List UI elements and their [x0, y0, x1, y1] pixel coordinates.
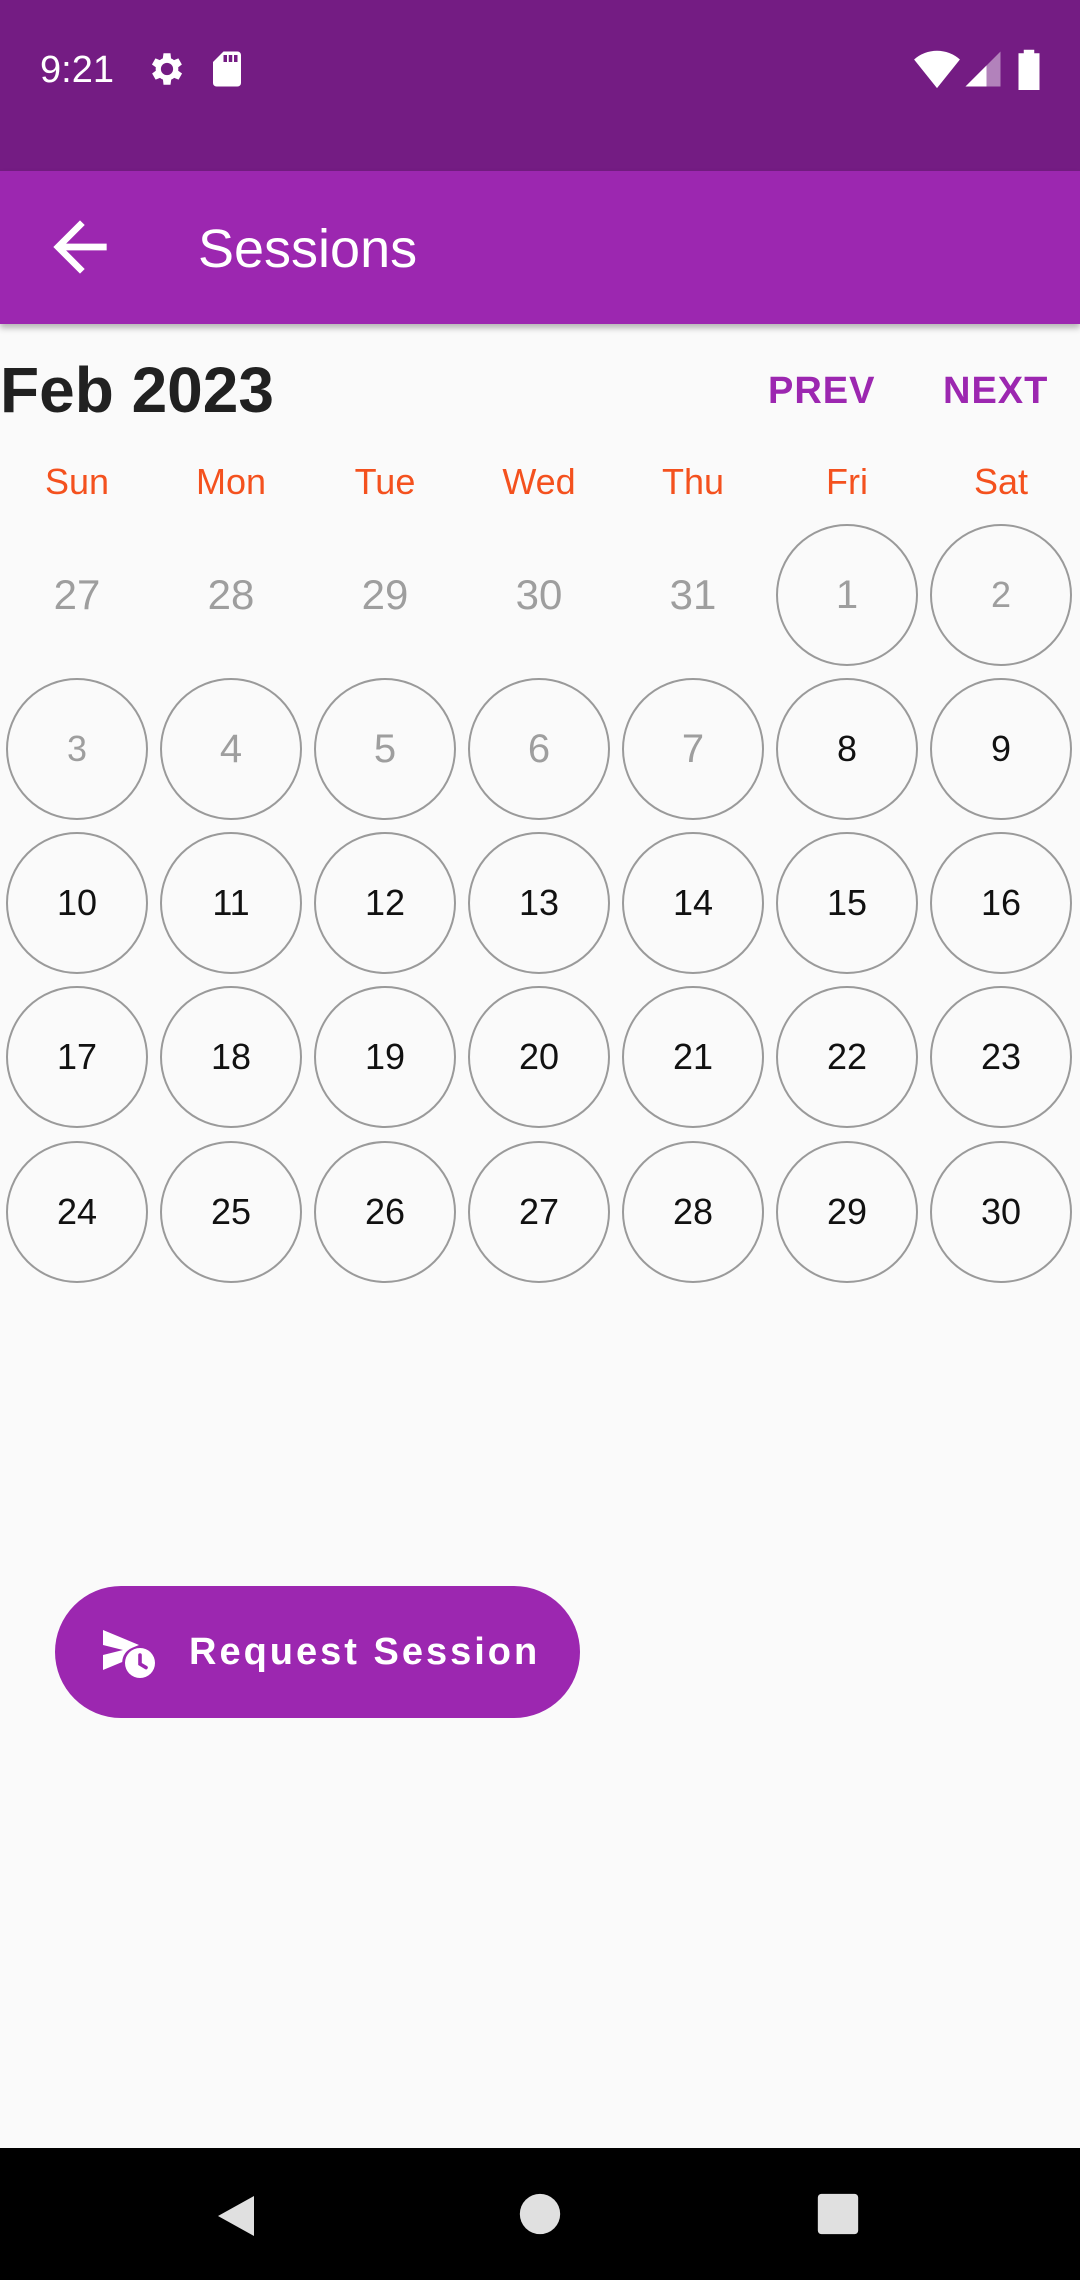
calendar-day[interactable]: 5	[314, 678, 456, 820]
calendar-day[interactable]: 3	[6, 678, 148, 820]
status-bar: 9:21	[0, 0, 1080, 171]
calendar-day[interactable]: 25	[160, 1141, 302, 1283]
calendar-day[interactable]: 27	[468, 1141, 610, 1283]
calendar-day[interactable]: 30	[930, 1141, 1072, 1283]
calendar-day: 27	[53, 571, 101, 618]
weekday-fri: Fri	[826, 461, 868, 502]
calendar-day[interactable]: 26	[314, 1141, 456, 1283]
calendar-day[interactable]: 20	[468, 986, 610, 1128]
calendar-day[interactable]: 4	[160, 678, 302, 820]
month-title: Feb 2023	[0, 354, 274, 426]
calendar-day: 28	[207, 571, 255, 618]
calendar-day: 30	[515, 571, 563, 618]
calendar-day[interactable]: 10	[6, 832, 148, 974]
next-month-button[interactable]: NEXT	[943, 366, 1048, 416]
page-title: Sessions	[198, 219, 418, 279]
weekday-sun: Sun	[44, 461, 110, 502]
weekday-sat: Sat	[973, 461, 1029, 502]
calendar-day[interactable]: 29	[776, 1141, 918, 1283]
calendar-day[interactable]: 17	[6, 986, 148, 1128]
arrow-back-icon	[53, 220, 107, 274]
weekday-tue: Tue	[354, 461, 416, 502]
weekday-thu: Thu	[661, 461, 725, 502]
calendar-day[interactable]: 14	[622, 832, 764, 974]
calendar-day[interactable]: 24	[6, 1141, 148, 1283]
calendar-day[interactable]: 28	[622, 1141, 764, 1283]
request-session-button[interactable]: Request Session	[55, 1586, 580, 1718]
system-navigation-bar	[0, 2148, 1080, 2280]
weekday-wed: Wed	[502, 461, 576, 502]
schedule-send-icon	[101, 1628, 157, 1680]
calendar-day: 31	[669, 571, 717, 618]
back-triangle-icon[interactable]	[214, 2192, 262, 2245]
calendar-day[interactable]: 6	[468, 678, 610, 820]
settings-icon	[146, 48, 188, 90]
wifi-icon	[914, 48, 960, 90]
app-bar: Sessions	[0, 171, 1080, 324]
calendar-day[interactable]: 15	[776, 832, 918, 974]
calendar-day[interactable]: 1	[776, 524, 918, 666]
calendar-day: 29	[361, 571, 409, 618]
calendar-day[interactable]: 19	[314, 986, 456, 1128]
request-session-label: Request Session	[189, 1631, 541, 1673]
calendar-day[interactable]: 2	[930, 524, 1072, 666]
home-circle-icon[interactable]	[518, 2192, 562, 2241]
recents-square-icon[interactable]	[816, 2192, 860, 2241]
calendar-day[interactable]: 18	[160, 986, 302, 1128]
calendar-day[interactable]: 23	[930, 986, 1072, 1128]
calendar-day[interactable]: 16	[930, 832, 1072, 974]
signal-icon	[962, 48, 1004, 90]
calendar-day[interactable]: 8	[776, 678, 918, 820]
calendar-day[interactable]: 22	[776, 986, 918, 1128]
weekday-mon: Mon	[195, 461, 267, 502]
calendar-day[interactable]: 9	[930, 678, 1072, 820]
calendar-day[interactable]: 11	[160, 832, 302, 974]
calendar-day[interactable]: 12	[314, 832, 456, 974]
back-button[interactable]	[40, 207, 120, 287]
prev-month-button[interactable]: PREV	[768, 366, 875, 416]
status-time: 9:21	[40, 49, 114, 91]
battery-icon	[1016, 48, 1042, 90]
calendar-day[interactable]: 13	[468, 832, 610, 974]
sd-card-icon	[206, 48, 248, 90]
calendar-day[interactable]: 7	[622, 678, 764, 820]
calendar-day[interactable]: 21	[622, 986, 764, 1128]
